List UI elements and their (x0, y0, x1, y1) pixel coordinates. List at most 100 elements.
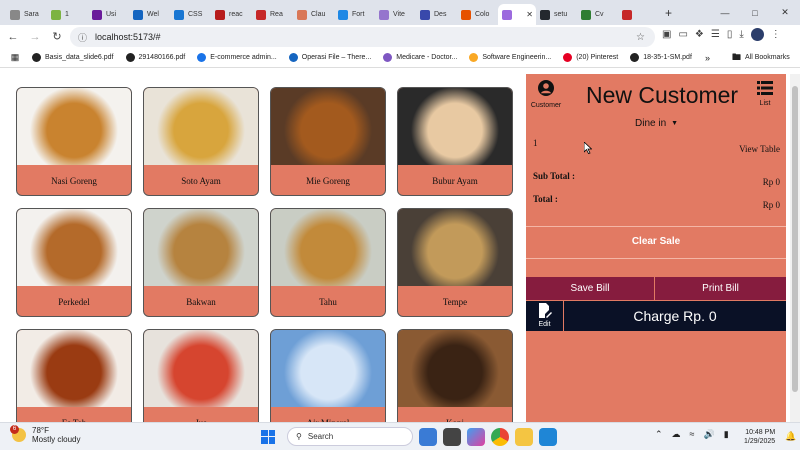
browser-tab[interactable]: Sara (6, 4, 47, 25)
bookmark-item[interactable]: Basis_data_slide6.pdf (32, 53, 114, 62)
user-circle-icon (538, 80, 554, 96)
menu-item-card[interactable]: Bakwan (143, 208, 259, 317)
widgets-icon[interactable] (419, 427, 437, 446)
menu-item-card[interactable]: Tahu (270, 208, 386, 317)
reload-icon[interactable]: ↻ (46, 30, 68, 43)
menu-item-photo (271, 88, 385, 165)
bookmark-item[interactable]: (20) Pinterest (563, 53, 618, 62)
new-tab-button[interactable]: + (665, 6, 672, 20)
browser-tab[interactable]: Vite (375, 4, 416, 25)
profile-avatar[interactable] (750, 28, 764, 41)
maximize-icon[interactable]: □ (740, 8, 770, 18)
all-bookmarks-button[interactable]: 🖿 All Bookmarks (732, 50, 790, 66)
menu-item-card[interactable]: Air Mineral (270, 329, 386, 422)
order-panel: Customer New Customer List Dine in ▼ 1 V… (526, 74, 786, 422)
weather-widget[interactable]: 6 78°F Mostly cloudy (10, 425, 80, 444)
browser-tab[interactable]: 1 (47, 4, 88, 25)
scrollbar-thumb[interactable] (792, 86, 798, 392)
browser-tab[interactable]: ✕ (498, 4, 536, 25)
cast-icon[interactable]: ▭ (678, 29, 687, 40)
download-icon[interactable]: ⤓ (739, 29, 743, 40)
menu-item-card[interactable]: Mie Goreng (270, 87, 386, 196)
bookmark-item[interactable]: Medicare - Doctor... (383, 53, 457, 62)
view-table-button[interactable]: View Table (739, 144, 780, 154)
browser-tab[interactable]: setu (536, 4, 577, 25)
tab-favicon-icon (540, 9, 550, 20)
browser-tab[interactable]: Rea (252, 4, 293, 25)
menu-item-card[interactable]: Jus (143, 329, 259, 422)
extensions-area: ▣ ▭ ❖ ☰ ▯ ⤓ ⋮ (662, 28, 781, 41)
minimize-icon[interactable]: — (710, 8, 740, 18)
windows-start-icon[interactable] (261, 429, 275, 444)
list-button[interactable]: List (752, 81, 778, 107)
bookmark-favicon-icon (630, 53, 640, 62)
close-tab-icon[interactable]: ✕ (526, 10, 533, 19)
customer-button[interactable]: Customer (530, 80, 562, 109)
bookmark-item[interactable]: 291480166.pdf (125, 53, 185, 62)
tab-label: Wel (147, 11, 159, 18)
menu-item-card[interactable]: Tempe (397, 208, 513, 317)
browser-tab[interactable] (618, 4, 659, 25)
browser-tab[interactable]: Cv (577, 4, 618, 25)
bookmark-item[interactable]: E-commerce admin... (197, 53, 277, 62)
copilot-icon[interactable] (467, 427, 485, 446)
reading-list-icon[interactable]: ☰ (711, 29, 720, 40)
tab-label: 1 (65, 11, 69, 18)
volume-icon[interactable]: 🔊 (704, 429, 715, 440)
menu-item-card[interactable]: Soto Ayam (143, 87, 259, 196)
cloud-icon[interactable]: ☁ (672, 429, 681, 440)
site-info-icon[interactable]: ⓘ (78, 31, 87, 44)
tab-label: reac (229, 11, 243, 18)
clock[interactable]: 10:48 PM 1/29/2025 (744, 428, 775, 446)
page-scrollbar[interactable] (790, 74, 800, 422)
clear-sale-button[interactable]: Clear Sale (526, 232, 786, 252)
menu-item-photo (271, 209, 385, 286)
file-explorer-icon[interactable] (515, 427, 533, 446)
sidebar-icon[interactable]: ▯ (727, 29, 733, 40)
charge-button[interactable]: Charge Rp. 0 (564, 301, 786, 331)
more-bookmarks-icon[interactable]: » (705, 53, 710, 63)
menu-item-card[interactable]: Bubur Ayam (397, 87, 513, 196)
browser-tab[interactable]: Clau (293, 4, 334, 25)
dine-option-select[interactable]: Dine in ▼ (635, 118, 678, 129)
browser-tab[interactable]: CSS (170, 4, 211, 25)
more-menu-icon[interactable]: ⋮ (771, 29, 781, 40)
save-bill-button[interactable]: Save Bill (526, 277, 654, 300)
url-field[interactable]: ⓘ localhost:5173/# ☆ (70, 27, 655, 47)
apps-grid-icon[interactable]: ▦ (4, 52, 26, 63)
browser-tab[interactable]: Usi (88, 4, 129, 25)
back-icon[interactable]: ← (2, 31, 24, 43)
menu-item-photo (144, 330, 258, 407)
chevron-up-icon[interactable]: ⌃ (655, 429, 663, 440)
menu-item-card[interactable]: Perkedel (16, 208, 132, 317)
browser-tab[interactable]: Colo (457, 4, 498, 25)
edit-button[interactable]: Edit (526, 301, 563, 331)
browser-tab[interactable]: Wel (129, 4, 170, 25)
bookmark-item[interactable]: 18-35-1-SM.pdf (630, 53, 692, 62)
browser-tab[interactable]: Fort (334, 4, 375, 25)
chrome-icon[interactable] (491, 427, 509, 446)
bookmark-item[interactable]: Operasi File – There... (288, 53, 371, 62)
close-window-icon[interactable]: ✕ (770, 7, 800, 18)
battery-icon[interactable]: ▮ (724, 429, 729, 440)
print-bill-button[interactable]: Print Bill (655, 277, 786, 300)
vscode-icon[interactable] (539, 427, 557, 446)
bookmark-item[interactable]: Software Engineerin... (469, 53, 551, 62)
menu-item-card[interactable]: Nasi Goreng (16, 87, 132, 196)
extensions-icon[interactable]: ❖ (695, 29, 704, 40)
task-view-icon[interactable] (443, 427, 461, 446)
browser-tab[interactable]: Des (416, 4, 457, 25)
tab-favicon-icon (256, 9, 266, 20)
customer-label: Customer (530, 102, 562, 109)
browser-tab[interactable]: reac (211, 4, 252, 25)
menu-item-card[interactable]: Es Teh (16, 329, 132, 422)
taskbar-search[interactable]: ⚲ Search (287, 427, 413, 446)
menu-item-photo (271, 330, 385, 407)
bookmark-star-icon[interactable]: ☆ (636, 32, 645, 43)
forward-icon[interactable]: → (24, 31, 46, 43)
notification-badge: 6 (10, 425, 19, 434)
translate-icon[interactable]: ▣ (662, 29, 671, 40)
menu-item-card[interactable]: Kopi (397, 329, 513, 422)
wifi-icon[interactable]: ≈ (690, 429, 695, 440)
notification-bell-icon[interactable]: 🔔 (785, 431, 796, 442)
